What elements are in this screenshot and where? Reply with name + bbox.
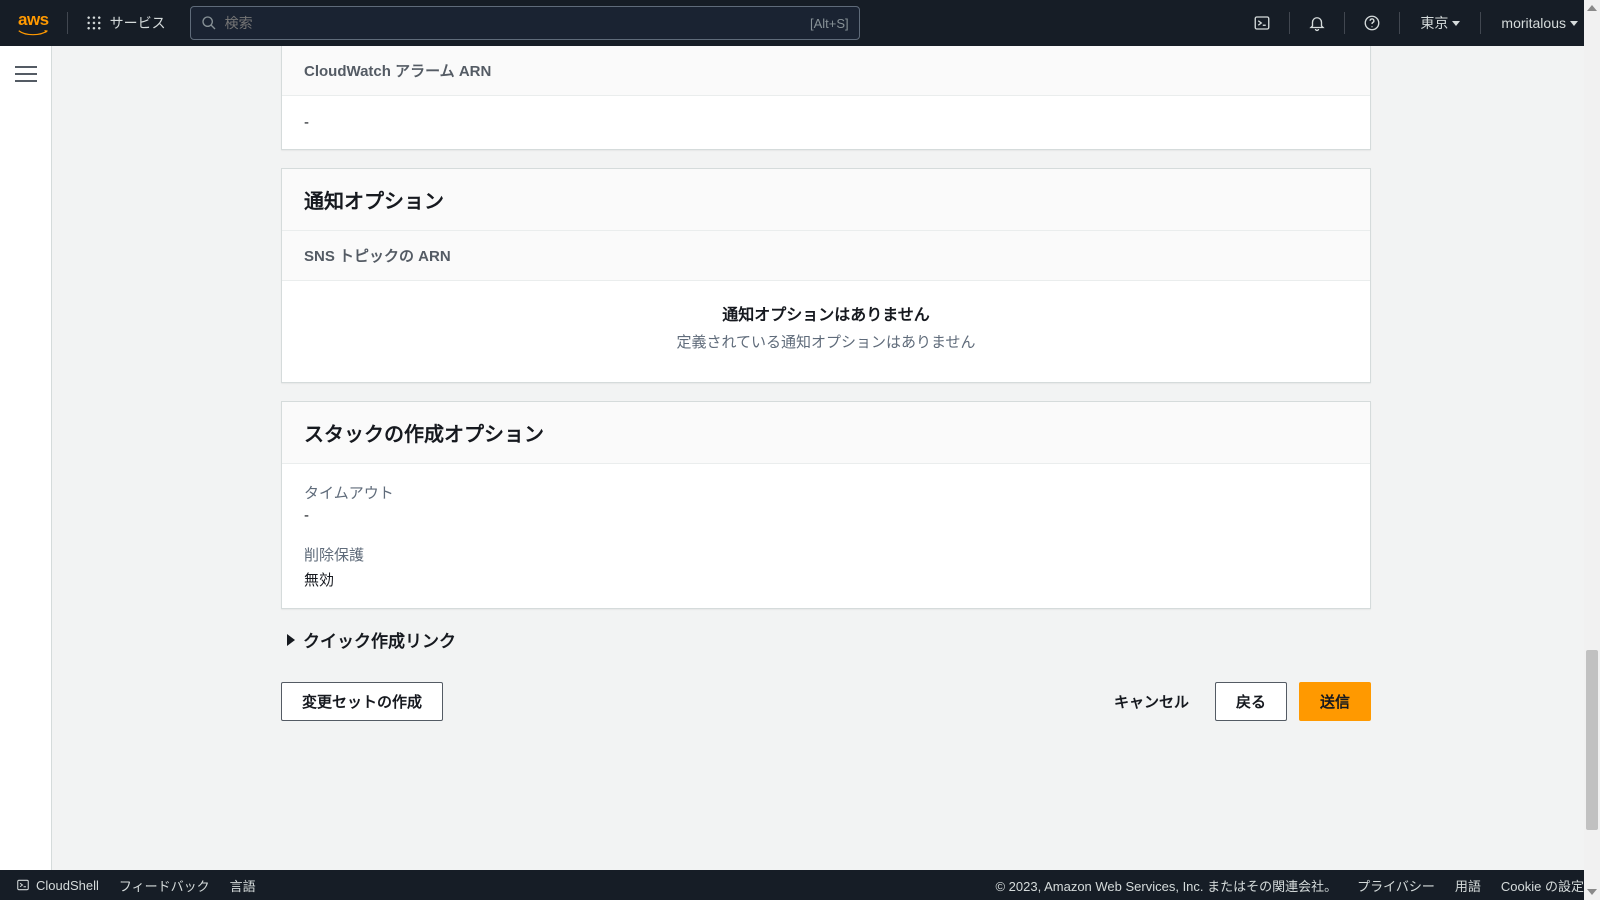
- submit-button[interactable]: 送信: [1299, 682, 1371, 721]
- notification-panel: 通知オプション SNS トピックの ARN 通知オプションはありません 定義され…: [281, 168, 1371, 383]
- aws-logo[interactable]: aws: [18, 10, 57, 36]
- stack-options-header: スタックの作成オプション: [282, 402, 1370, 464]
- nav-divider: [1480, 12, 1481, 34]
- cookie-settings-link[interactable]: Cookie の設定: [1501, 876, 1584, 895]
- quick-create-link-label: クイック作成リンク: [303, 627, 456, 652]
- region-label: 東京: [1420, 13, 1448, 33]
- quick-create-link-expander[interactable]: クイック作成リンク: [281, 609, 1371, 662]
- cloudwatch-alarm-panel: CloudWatch アラーム ARN -: [281, 46, 1371, 150]
- services-label: サービス: [110, 13, 166, 33]
- sns-subheader: SNS トピックの ARN: [282, 231, 1370, 281]
- cancel-button[interactable]: キャンセル: [1100, 683, 1203, 720]
- search-input[interactable]: [225, 15, 810, 31]
- scroll-thumb[interactable]: [1586, 650, 1598, 830]
- timeout-label: タイムアウト: [304, 482, 1348, 503]
- caret-right-icon: [287, 634, 295, 646]
- nav-divider: [67, 12, 68, 34]
- grid-icon: [86, 15, 102, 31]
- main-content: CloudWatch アラーム ARN - 通知オプション SNS トピックの …: [52, 46, 1600, 870]
- nav-divider: [1289, 12, 1290, 34]
- nav-divider: [1344, 12, 1345, 34]
- terms-link[interactable]: 用語: [1455, 876, 1481, 895]
- aws-logo-text: aws: [18, 10, 49, 29]
- search-shortcut: [Alt+S]: [810, 16, 849, 31]
- sidebar-collapsed: [0, 46, 52, 870]
- user-label: moritalous: [1501, 15, 1566, 31]
- create-changeset-button[interactable]: 変更セットの作成: [281, 682, 443, 721]
- cloudwatch-value: -: [304, 114, 1348, 131]
- feedback-link[interactable]: フィードバック: [119, 876, 210, 895]
- notification-header: 通知オプション: [282, 169, 1370, 231]
- help-icon: [1363, 14, 1381, 32]
- search-box[interactable]: [Alt+S]: [190, 6, 860, 40]
- search-icon: [201, 15, 217, 31]
- chevron-down-icon: [1452, 21, 1460, 26]
- deletion-protection-value: 無効: [304, 569, 1348, 590]
- chevron-down-icon: [1570, 21, 1578, 26]
- back-button[interactable]: 戻る: [1215, 682, 1287, 721]
- help-button[interactable]: [1355, 6, 1389, 40]
- outer-scrollbar[interactable]: [1584, 0, 1600, 900]
- account-menu[interactable]: moritalous: [1491, 15, 1588, 31]
- footer-bar: CloudShell フィードバック 言語 © 2023, Amazon Web…: [0, 870, 1600, 900]
- copyright-text: © 2023, Amazon Web Services, Inc. またはその関…: [995, 876, 1337, 895]
- cloudshell-nav-button[interactable]: [1245, 6, 1279, 40]
- region-selector[interactable]: 東京: [1410, 13, 1470, 33]
- cloudwatch-subheader: CloudWatch アラーム ARN: [282, 46, 1370, 96]
- language-link[interactable]: 言語: [230, 876, 256, 895]
- cloudshell-label: CloudShell: [36, 878, 99, 893]
- sidebar-toggle[interactable]: [15, 66, 37, 82]
- aws-swoosh-icon: [18, 30, 48, 36]
- privacy-link[interactable]: プライバシー: [1357, 876, 1435, 895]
- notification-empty-desc: 定義されている通知オプションはありません: [282, 331, 1370, 352]
- action-bar: 変更セットの作成 キャンセル 戻る 送信: [281, 662, 1371, 739]
- bell-icon: [1308, 14, 1326, 32]
- timeout-value: -: [304, 507, 1348, 524]
- terminal-icon: [1253, 14, 1271, 32]
- notifications-button[interactable]: [1300, 6, 1334, 40]
- deletion-protection-label: 削除保護: [304, 544, 1348, 565]
- cloudshell-footer-button[interactable]: CloudShell: [16, 878, 99, 893]
- services-menu[interactable]: サービス: [78, 13, 174, 33]
- scroll-up-button[interactable]: [1584, 0, 1600, 16]
- terminal-icon: [16, 878, 30, 892]
- notification-empty-title: 通知オプションはありません: [282, 301, 1370, 325]
- top-nav: aws サービス [Alt+S] 東京: [0, 0, 1600, 46]
- nav-divider: [1399, 12, 1400, 34]
- stack-options-panel: スタックの作成オプション タイムアウト - 削除保護 無効: [281, 401, 1371, 609]
- scroll-down-button[interactable]: [1584, 884, 1600, 900]
